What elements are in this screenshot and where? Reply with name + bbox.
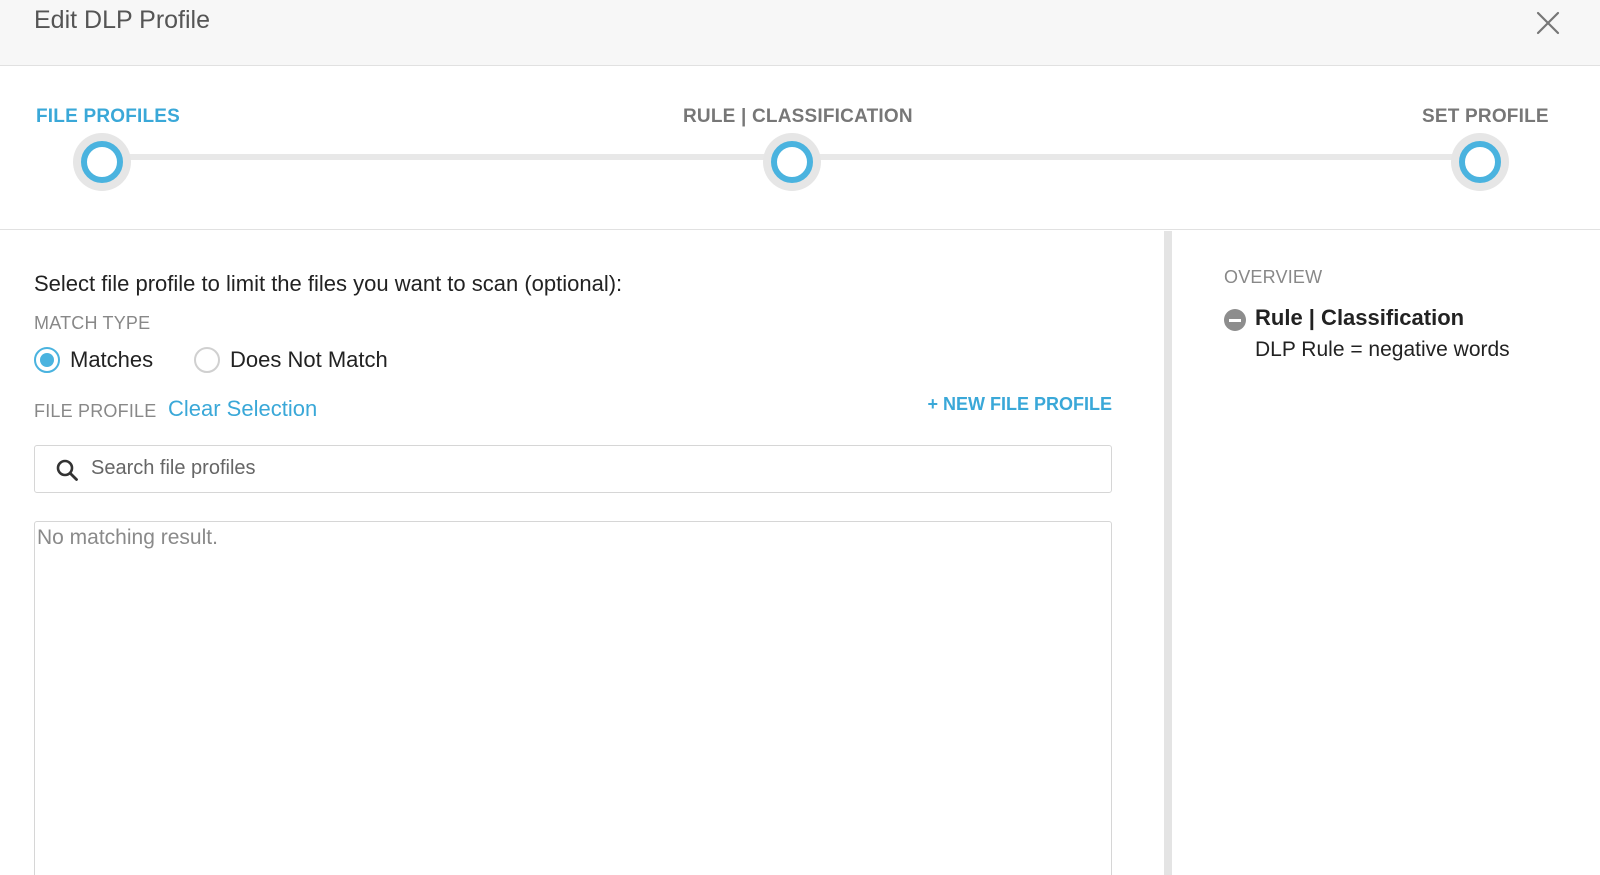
wizard-stepper: FILE PROFILES RULE | CLASSIFICATION SET … bbox=[0, 66, 1600, 230]
empty-result-text: No matching result. bbox=[37, 526, 218, 549]
step-label-set-profile[interactable]: SET PROFILE bbox=[1422, 106, 1549, 128]
new-file-profile-link[interactable]: + NEW FILE PROFILE bbox=[927, 394, 1112, 415]
clear-selection-link[interactable]: Clear Selection bbox=[168, 396, 317, 422]
file-profile-panel: Select file profile to limit the files y… bbox=[0, 231, 1164, 875]
radio-does-not-match[interactable]: Does Not Match bbox=[194, 345, 388, 375]
overview-label: OVERVIEW bbox=[1224, 267, 1323, 287]
radio-does-not-match-circle[interactable] bbox=[194, 347, 220, 373]
search-box bbox=[34, 445, 1112, 493]
close-icon bbox=[1536, 11, 1560, 35]
file-profile-results-list: No matching result. bbox=[34, 521, 1112, 875]
step-dot-set-profile[interactable] bbox=[1451, 133, 1509, 191]
match-type-label: MATCH TYPE bbox=[34, 313, 151, 333]
step-label-rule-classification[interactable]: RULE | CLASSIFICATION bbox=[683, 106, 913, 128]
file-profile-label: FILE PROFILE bbox=[34, 401, 157, 421]
instruction-text: Select file profile to limit the files y… bbox=[34, 271, 623, 296]
step-dot-file-profiles[interactable] bbox=[73, 133, 131, 191]
radio-matches-label[interactable]: Matches bbox=[70, 347, 153, 373]
step-label-file-profiles[interactable]: FILE PROFILES bbox=[36, 106, 180, 128]
step-dot-rule-classification[interactable] bbox=[763, 133, 821, 191]
overview-item-title: Rule | Classification bbox=[1255, 305, 1465, 330]
close-button[interactable] bbox=[1534, 9, 1562, 37]
minus-circle-icon[interactable] bbox=[1224, 309, 1246, 331]
modal-header: Edit DLP Profile bbox=[0, 0, 1600, 66]
radio-matches-circle[interactable] bbox=[34, 347, 60, 373]
modal-title: Edit DLP Profile bbox=[34, 6, 211, 34]
radio-matches[interactable]: Matches bbox=[34, 345, 153, 375]
search-file-profiles-input[interactable] bbox=[91, 446, 1091, 491]
overview-panel: OVERVIEW Rule | Classification DLP Rule … bbox=[1172, 231, 1600, 875]
radio-does-not-match-label[interactable]: Does Not Match bbox=[230, 347, 388, 373]
panel-divider bbox=[1164, 231, 1172, 875]
edit-dlp-profile-modal: Edit DLP Profile FILE PROFILES RULE | CL… bbox=[0, 0, 1600, 875]
search-icon bbox=[56, 459, 78, 481]
overview-item-detail: DLP Rule = negative words bbox=[1255, 338, 1510, 361]
